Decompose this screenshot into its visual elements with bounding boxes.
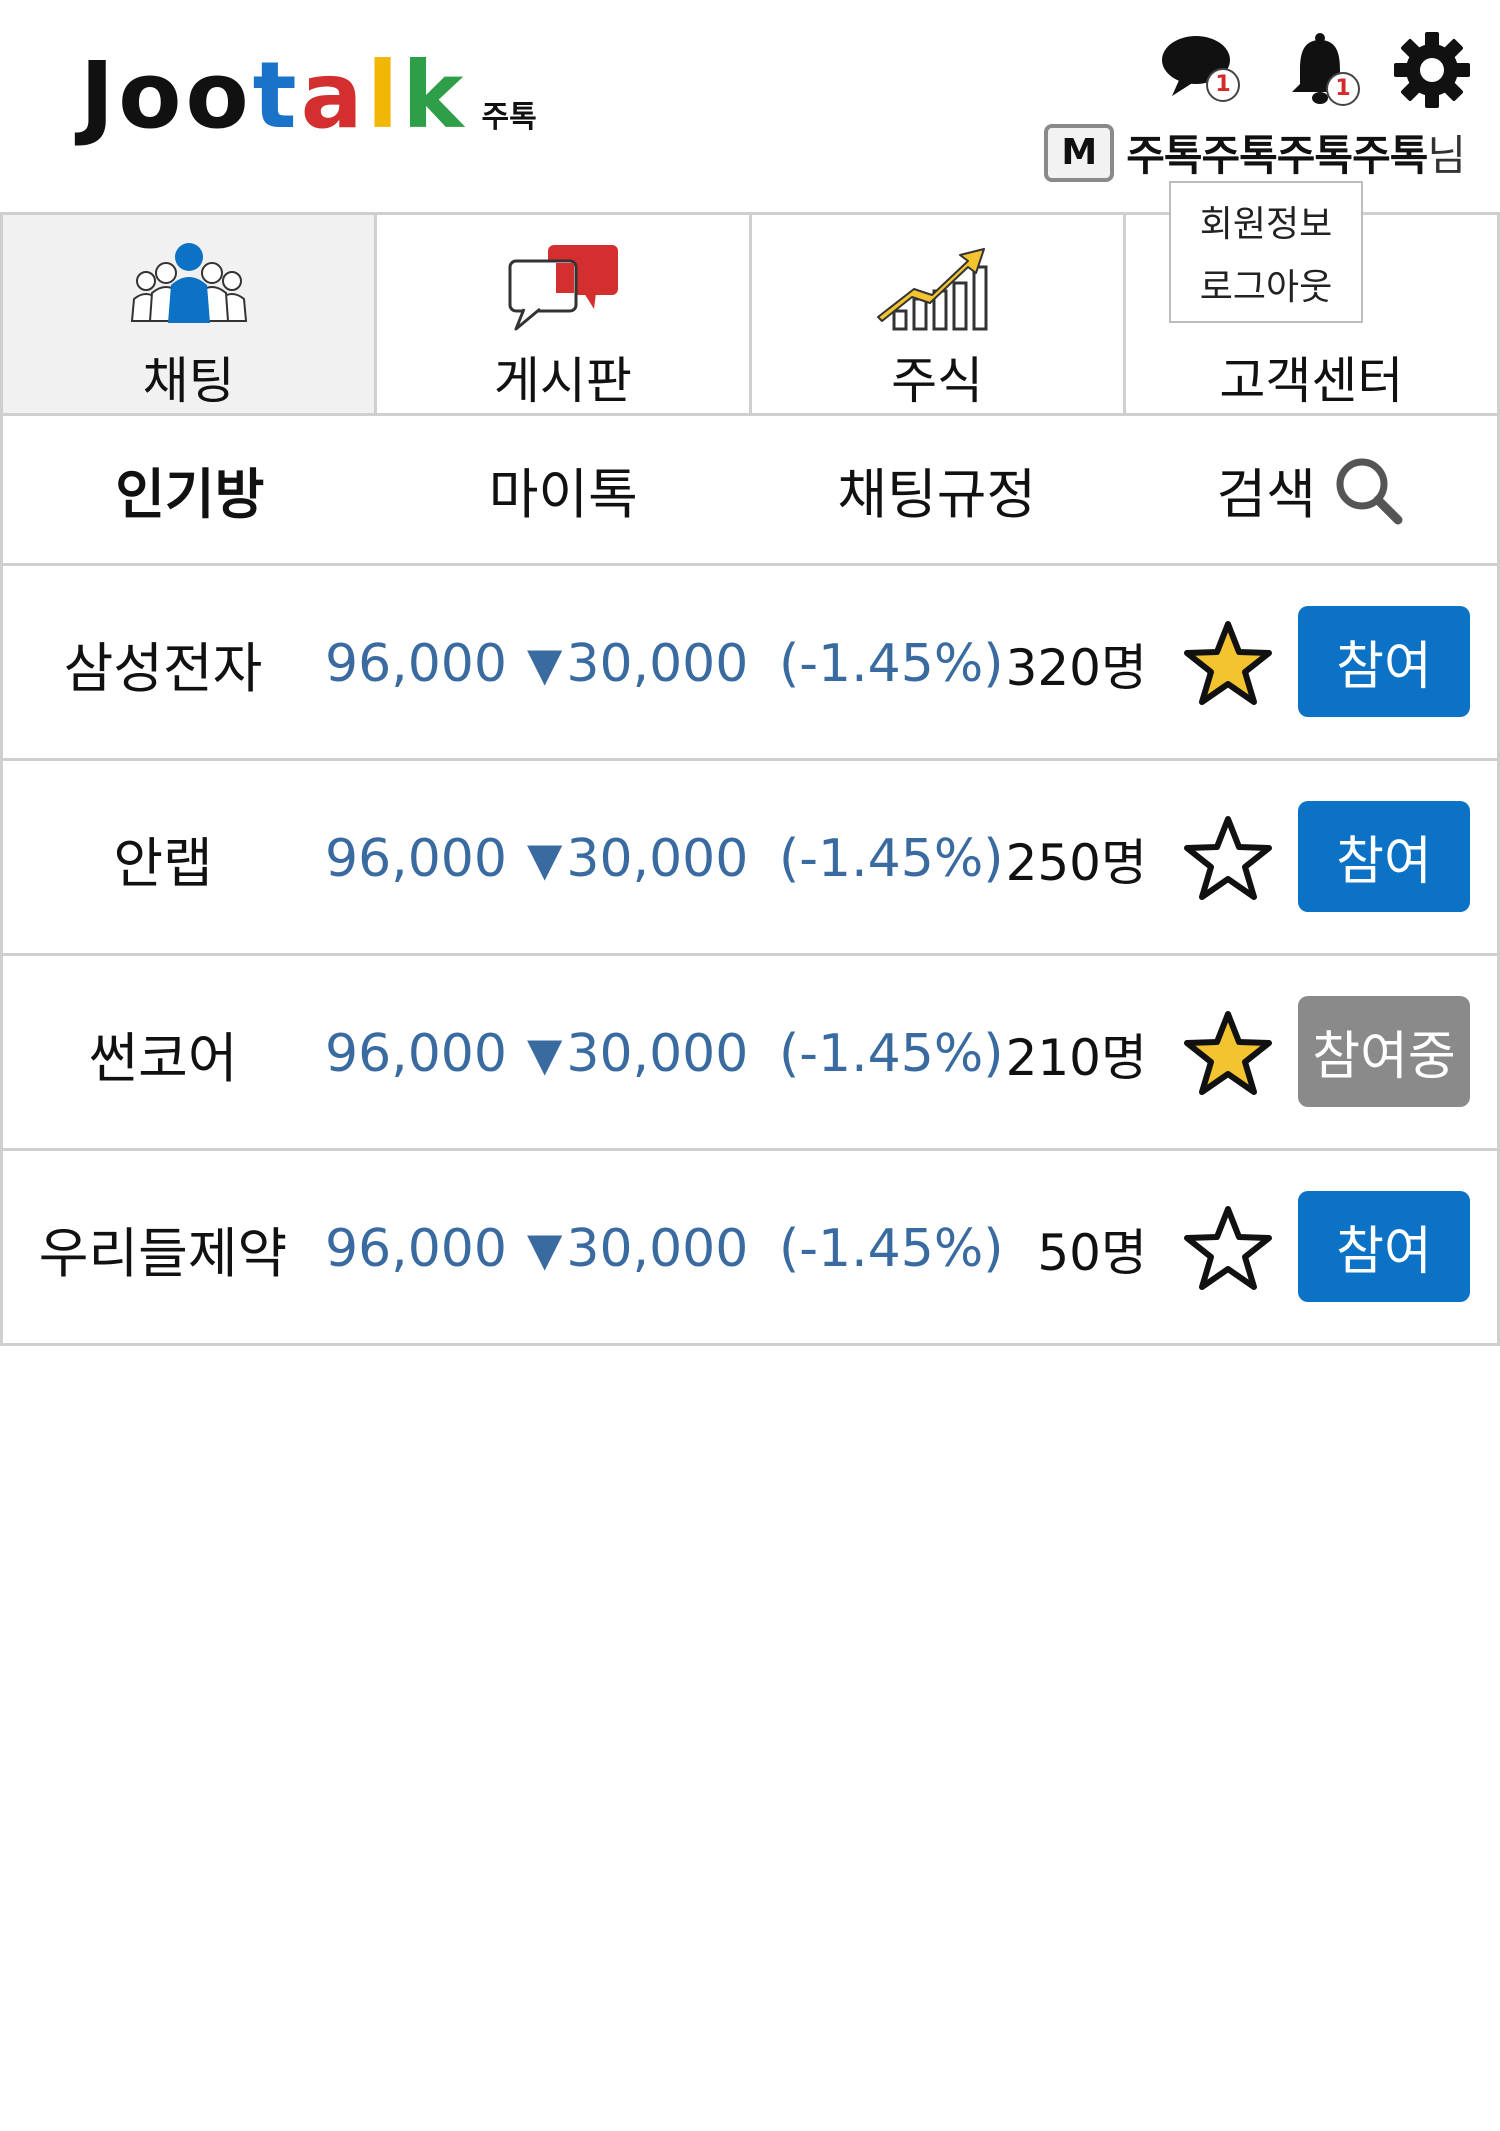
down-triangle-icon: ▼ [527,1026,563,1081]
room-row[interactable]: 우리들제약 96,000 ▼ 30,000 (-1.45%) 50명 참여 [0,1151,1500,1346]
tab-chat-label: 채팅 [142,352,235,410]
subtab-chat-rules[interactable]: 채팅규정 [750,416,1124,563]
user-suffix: 님 [1427,131,1466,180]
tab-stock[interactable]: 주식 [752,215,1126,413]
menu-item-logout[interactable]: 로그아웃 [1171,258,1361,310]
tab-chat[interactable]: 채팅 [0,215,378,413]
logo-letter: o [185,42,253,149]
logo-letter: t [252,42,301,149]
participant-count: 50명 [1037,1223,1147,1282]
participant-count: 210명 [1005,1028,1147,1087]
room-row[interactable]: 삼성전자 96,000 ▼ 30,000 (-1.45%) 320명 참여 [0,566,1500,761]
star-icon[interactable] [1183,1008,1273,1098]
star-icon[interactable] [1183,618,1273,708]
member-level-badge: M [1044,123,1115,182]
price-change: ▼ 30,000 [527,1151,748,1346]
logo-subtitle: 주톡 [481,100,537,135]
logo-wordmark: Jootalk [80,50,467,142]
subtab-search[interactable]: 검색 [1124,416,1498,563]
sub-nav: 인기방 마이톡 채팅규정 검색 [0,416,1500,566]
price-change-percent: (-1.45%) [779,1023,1004,1084]
rising-chart-icon [877,248,988,331]
room-name: 삼성전자 [63,637,263,700]
chat-icon[interactable]: 1 [1160,30,1240,110]
price-change: ▼ 30,000 [527,956,748,1151]
down-triangle-icon: ▼ [527,1221,563,1276]
logo-letter: l [366,42,403,149]
price-change-value: 30,000 [566,1218,749,1279]
logo-letter: o [118,42,186,149]
star-icon[interactable] [1183,813,1273,903]
menu-item-member-info[interactable]: 회원정보 [1171,195,1361,247]
bell-icon[interactable]: 1 [1280,30,1360,110]
subtab-popular[interactable]: 인기방 [3,416,377,563]
stock-price: 96,000 [325,633,507,694]
tab-stock-label: 주식 [891,352,984,410]
room-name: 우리들제약 [38,1222,288,1285]
users-icon [130,243,247,323]
user-dropdown: 회원정보 로그아웃 [1169,181,1363,323]
stock-price: 96,000 [325,1218,507,1279]
tab-support-label: 고객센터 [1219,352,1404,410]
room-name: 안랩 [113,832,213,895]
room-name: 썬코어 [88,1027,238,1090]
notification-badge: 1 [1326,72,1360,106]
room-row[interactable]: 썬코어 96,000 ▼ 30,000 (-1.45%) 210명 참여중 [0,956,1500,1151]
join-button[interactable]: 참여중 [1298,996,1470,1107]
user-name: 주톡주톡주톡주톡 [1126,131,1428,180]
join-button[interactable]: 참여 [1298,606,1470,717]
price-change-value: 30,000 [566,828,749,889]
logo-letter: k [402,42,468,149]
speech-bubbles-icon [508,245,618,331]
down-triangle-icon: ▼ [527,636,563,691]
price-change-percent: (-1.45%) [779,828,1004,889]
down-triangle-icon: ▼ [527,831,563,886]
price-change-percent: (-1.45%) [779,1218,1004,1279]
user-menu[interactable]: M 주톡주톡주톡주톡 님 [1044,122,1466,183]
stock-price: 96,000 [325,828,507,889]
chat-badge: 1 [1206,68,1240,102]
join-button[interactable]: 참여 [1298,801,1470,912]
search-icon [1336,458,1403,524]
gear-icon[interactable] [1392,30,1472,110]
logo-letter: J [80,42,119,149]
stock-price: 96,000 [325,1023,507,1084]
price-change: ▼ 30,000 [527,761,748,956]
subtab-search-label: 검색 [1216,463,1316,526]
participant-count: 250명 [1005,833,1147,892]
subtab-my-talk[interactable]: 마이톡 [377,416,751,563]
app-logo[interactable]: Jootalk 주톡 [80,50,537,142]
price-change-value: 30,000 [566,1023,749,1084]
logo-letter: a [300,42,367,149]
star-icon[interactable] [1183,1203,1273,1293]
price-change-value: 30,000 [566,633,749,694]
price-change: ▼ 30,000 [527,566,748,761]
room-list: 삼성전자 96,000 ▼ 30,000 (-1.45%) 320명 참여 안랩 … [0,566,1500,1346]
join-button[interactable]: 참여 [1298,1191,1470,1302]
price-change-percent: (-1.45%) [779,633,1004,694]
tab-board-label: 게시판 [493,352,632,410]
participant-count: 320명 [1005,638,1147,697]
tab-board[interactable]: 게시판 [377,215,752,413]
room-row[interactable]: 안랩 96,000 ▼ 30,000 (-1.45%) 250명 참여 [0,761,1500,956]
